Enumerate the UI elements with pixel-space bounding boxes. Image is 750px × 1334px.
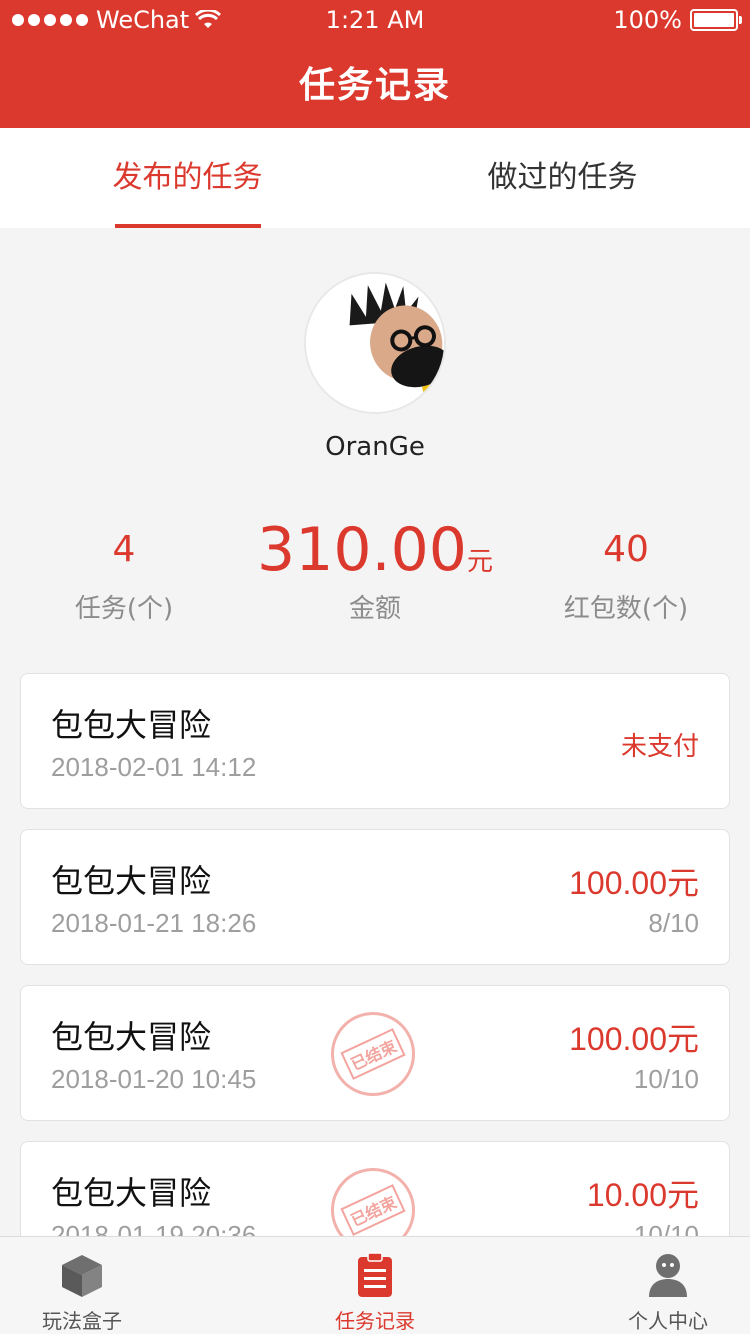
box-icon xyxy=(62,1255,102,1297)
task-amount: 100.00元 xyxy=(569,865,699,901)
task-amount: 10.00元 xyxy=(586,1177,699,1213)
task-date: 2018-02-01 14:12 xyxy=(51,752,257,782)
task-date: 2018-01-20 10:45 xyxy=(51,1064,257,1094)
tab-done-label: 做过的任务 xyxy=(487,160,638,195)
stat-amount-value: 310.00 xyxy=(257,515,467,585)
avatar-image xyxy=(306,274,444,412)
stat-tasks-label: 任务(个) xyxy=(74,594,174,624)
stamp-text: 已结束 xyxy=(340,1028,406,1080)
stat-redpacks-value: 40 xyxy=(603,529,649,570)
clipboard-icon xyxy=(358,1252,392,1297)
task-title: 包包大冒险 xyxy=(51,1174,212,1212)
task-title: 包包大冒险 xyxy=(51,862,212,900)
tab-published-label: 发布的任务 xyxy=(112,160,263,195)
task-card[interactable]: 包包大冒险 2018-01-20 10:45 已结束 100.00元 10/10 xyxy=(20,985,730,1121)
stat-tasks: 4 任务(个) xyxy=(24,512,224,625)
stat-amount-value-row: 310.00元 xyxy=(250,512,500,588)
tabbar-label: 个人中心 xyxy=(628,1309,708,1333)
battery-icon xyxy=(690,9,742,31)
task-card[interactable]: 包包大冒险 2018-01-21 18:26 100.00元 8/10 xyxy=(20,829,730,965)
battery-percent: 100% xyxy=(613,6,682,34)
ended-stamp-icon: 已结束 xyxy=(317,998,429,1110)
task-title: 包包大冒险 xyxy=(51,706,212,744)
tabbar-item-box[interactable]: 玩法盒子 xyxy=(2,1237,162,1334)
task-card[interactable]: 包包大冒险 2018-02-01 14:12 未支付 xyxy=(20,673,730,809)
task-progress: 10/10 xyxy=(633,1064,699,1094)
task-title: 包包大冒险 xyxy=(51,1018,212,1056)
username: OranGe xyxy=(325,432,425,462)
tabbar-label: 任务记录 xyxy=(335,1309,415,1333)
tab-bar-top: 发布的任务 做过的任务 xyxy=(0,128,750,228)
task-status: 未支付 xyxy=(620,732,699,762)
bottom-tabbar: 玩法盒子 任务记录 个人中心 xyxy=(0,1236,750,1334)
tab-published[interactable]: 发布的任务 xyxy=(0,128,375,228)
tabbar-label: 玩法盒子 xyxy=(42,1309,122,1333)
stat-amount: 310.00元 金额 xyxy=(250,512,500,625)
task-amount: 100.00元 xyxy=(569,1021,699,1057)
stat-amount-unit: 元 xyxy=(466,547,493,577)
header: WeChat 1:21 AM 100% 任务记录 xyxy=(0,0,750,128)
status-bar: WeChat 1:21 AM 100% xyxy=(0,0,750,40)
stat-amount-label: 金额 xyxy=(348,594,401,624)
stamp-text: 已结束 xyxy=(340,1184,406,1236)
tab-active-indicator xyxy=(115,224,261,228)
tabbar-item-records[interactable]: 任务记录 xyxy=(295,1237,455,1334)
person-icon xyxy=(649,1254,687,1297)
tab-done[interactable]: 做过的任务 xyxy=(375,128,750,228)
page-title: 任务记录 xyxy=(298,65,451,106)
stat-redpacks-label: 红包数(个) xyxy=(563,594,689,624)
avatar[interactable] xyxy=(304,272,446,414)
task-progress: 8/10 xyxy=(648,908,699,938)
task-date: 2018-01-21 18:26 xyxy=(51,908,257,938)
tabbar-item-profile[interactable]: 个人中心 xyxy=(588,1237,748,1334)
status-right: 100% xyxy=(613,0,742,40)
stat-redpacks: 40 红包数(个) xyxy=(526,512,726,625)
stat-tasks-value: 4 xyxy=(112,529,136,570)
